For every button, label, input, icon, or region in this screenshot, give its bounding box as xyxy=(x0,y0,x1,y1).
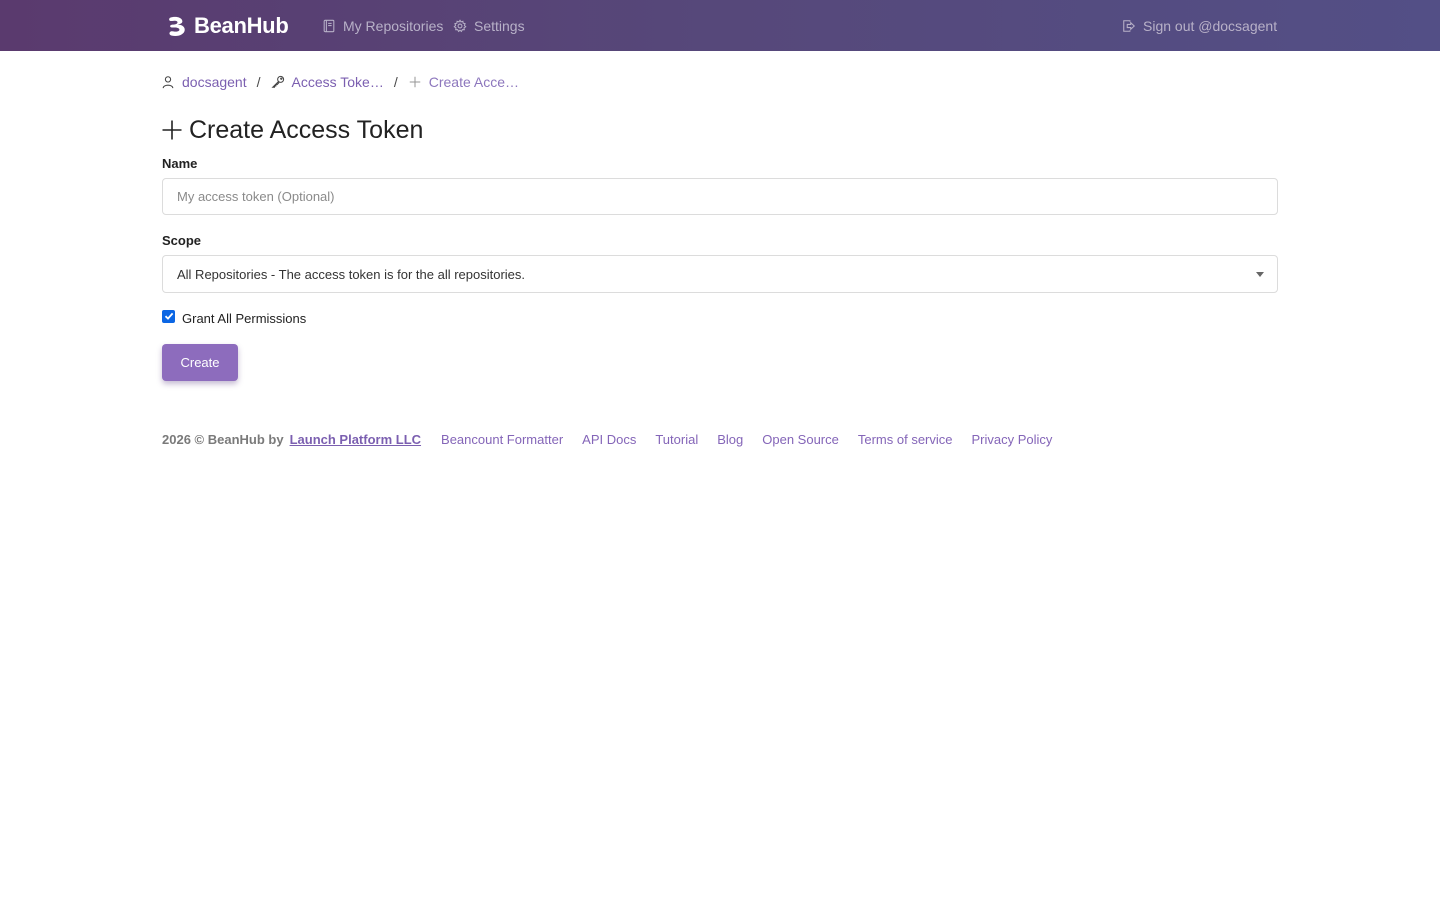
user-icon xyxy=(162,76,174,89)
breadcrumb-create-access-token[interactable]: Create Acce… xyxy=(408,74,519,90)
plus-icon xyxy=(162,120,182,140)
footer: 2026 © BeanHub by Launch Platform LLC Be… xyxy=(162,430,1071,448)
brand-logo-link[interactable]: BeanHub xyxy=(166,13,289,39)
nav-settings-label: Settings xyxy=(474,18,525,34)
gear-icon xyxy=(453,19,467,33)
check-icon xyxy=(164,312,173,320)
scope-selected-value: All Repositories - The access token is f… xyxy=(177,266,526,282)
scope-label: Scope xyxy=(162,233,202,248)
footer-link-tutorial[interactable]: Tutorial xyxy=(655,432,698,447)
breadcrumb-access-tokens-label: Access Toke… xyxy=(291,74,384,90)
breadcrumb-separator: / xyxy=(256,74,261,90)
caret-down-icon xyxy=(1256,272,1264,277)
breadcrumb-create-label: Create Acce… xyxy=(428,74,519,90)
grant-all-permissions-row: Grant All Permissions xyxy=(162,309,306,327)
top-navbar: BeanHub My Repositories Settings Sign ou… xyxy=(0,0,1440,51)
sign-out-icon xyxy=(1123,20,1136,32)
footer-copyright: 2026 © BeanHub by xyxy=(162,431,284,447)
footer-link-api-docs[interactable]: API Docs xyxy=(582,432,636,447)
footer-link-open-source[interactable]: Open Source xyxy=(762,432,839,447)
breadcrumb: docsagent / Access Toke… / Create Acce… xyxy=(161,72,519,92)
grant-all-permissions-checkbox[interactable] xyxy=(162,309,175,323)
grant-all-permissions-label[interactable]: Grant All Permissions xyxy=(182,311,306,326)
scope-select[interactable]: All Repositories - The access token is f… xyxy=(162,255,1278,293)
beanhub-logo-icon xyxy=(169,16,185,36)
breadcrumb-user-label: docsagent xyxy=(182,74,247,90)
name-label: Name xyxy=(162,156,198,171)
page-title-text: Create Access Token xyxy=(189,115,424,144)
create-button[interactable]: Create xyxy=(162,344,238,381)
sign-out-label: Sign out @docsagent xyxy=(1143,18,1278,34)
footer-link-blog[interactable]: Blog xyxy=(717,432,743,447)
breadcrumb-access-tokens[interactable]: Access Toke… xyxy=(270,74,384,90)
book-icon xyxy=(323,19,335,33)
key-icon xyxy=(270,75,284,88)
footer-company-link[interactable]: Launch Platform LLC xyxy=(290,432,421,447)
plus-icon xyxy=(409,76,420,88)
brand-name: BeanHub xyxy=(194,13,289,38)
breadcrumb-user[interactable]: docsagent xyxy=(161,74,247,90)
nav-settings[interactable]: Settings xyxy=(453,16,525,36)
sign-out-link[interactable]: Sign out @docsagent xyxy=(1122,16,1277,36)
footer-link-privacy-policy[interactable]: Privacy Policy xyxy=(972,432,1053,447)
nav-my-repositories[interactable]: My Repositories xyxy=(322,16,443,36)
page-title: Create Access Token xyxy=(161,115,423,145)
token-name-input[interactable] xyxy=(162,178,1278,215)
footer-link-terms-of-service[interactable]: Terms of service xyxy=(858,432,953,447)
nav-my-repositories-label: My Repositories xyxy=(343,18,444,34)
footer-link-beancount-formatter[interactable]: Beancount Formatter xyxy=(441,432,563,447)
breadcrumb-separator: / xyxy=(393,74,398,90)
